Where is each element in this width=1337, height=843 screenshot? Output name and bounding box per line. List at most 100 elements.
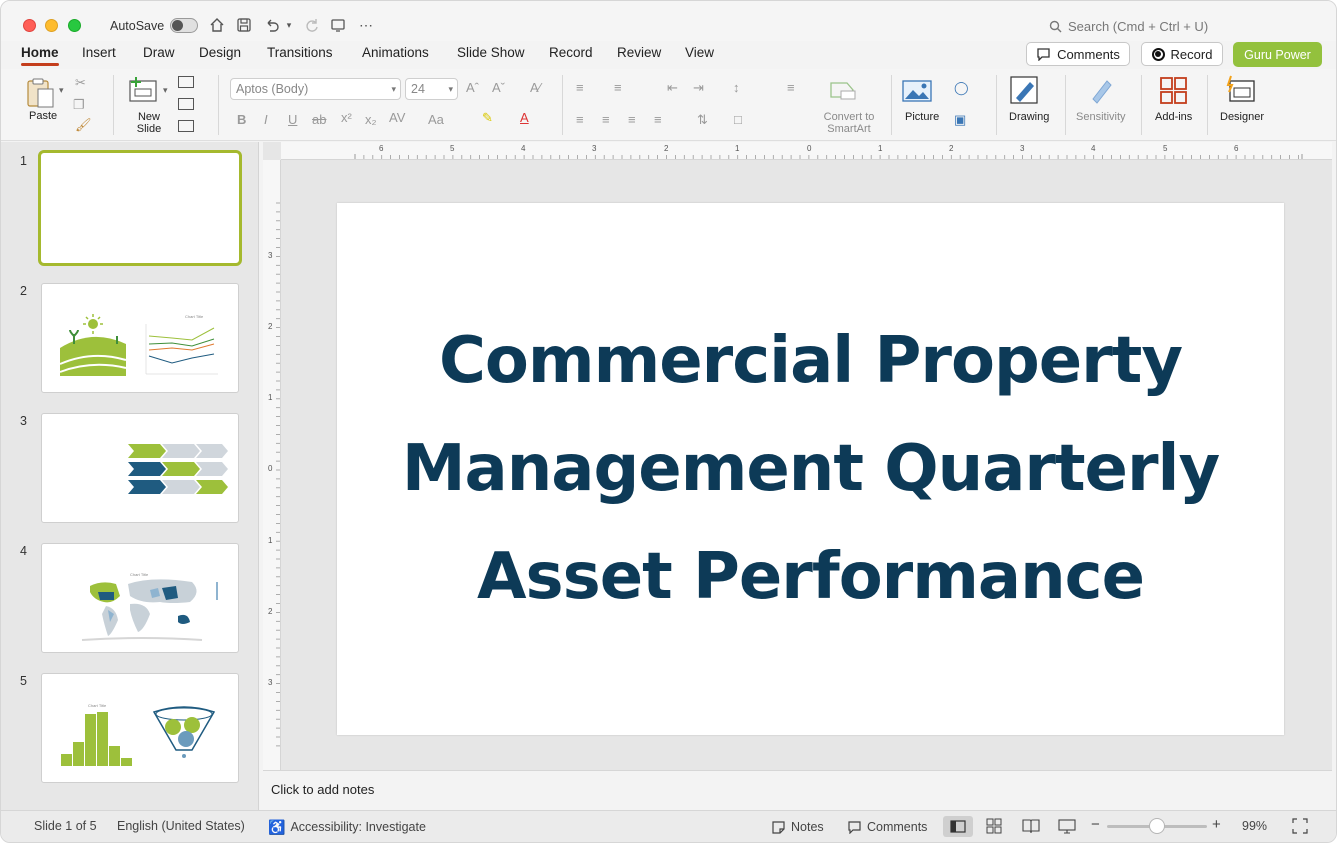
decrease-font-icon[interactable]: Aˇ	[492, 80, 505, 95]
slide-thumbnail-1[interactable]	[38, 150, 242, 266]
home-icon[interactable]	[208, 15, 226, 35]
redo-icon[interactable]	[303, 15, 321, 35]
bold-icon[interactable]: B	[237, 112, 246, 127]
more-options-icon[interactable]: ⋯	[357, 15, 375, 35]
ruler-number: 3	[268, 678, 273, 687]
increase-indent-icon[interactable]: ⇥	[693, 80, 704, 96]
decrease-indent-icon[interactable]: ⇤	[667, 80, 678, 96]
guru-power-button[interactable]: Guru Power	[1233, 42, 1322, 67]
slide-canvas[interactable]: Commercial Property Management Quarterly…	[337, 203, 1284, 735]
normal-view-button[interactable]	[943, 816, 973, 837]
character-spacing-icon[interactable]: AV	[389, 110, 405, 125]
align-left-icon[interactable]: ≡	[576, 112, 584, 127]
ribbon-separator	[1065, 75, 1066, 135]
comments-button[interactable]: Comments	[1026, 42, 1130, 66]
tab-draw[interactable]: Draw	[143, 45, 175, 60]
zoom-level[interactable]: 99%	[1242, 819, 1267, 833]
notes-pane[interactable]: Click to add notes	[263, 770, 1332, 810]
paste-button[interactable]	[25, 77, 59, 114]
change-case-icon[interactable]: Aa	[428, 112, 444, 127]
slide-thumbnail-3[interactable]	[41, 413, 239, 523]
undo-dropdown-icon[interactable]: ▾	[283, 15, 295, 35]
language-indicator[interactable]: English (United States)	[117, 819, 245, 833]
tab-slide-show[interactable]: Slide Show	[457, 45, 525, 60]
highlight-icon[interactable]: ✎	[482, 110, 493, 126]
text-box-icon[interactable]: ▣	[954, 112, 966, 128]
save-icon[interactable]	[235, 15, 253, 35]
layout-icon[interactable]	[178, 76, 194, 88]
tab-home[interactable]: Home	[21, 45, 59, 66]
strikethrough-icon[interactable]: ab	[312, 112, 326, 127]
underline-icon[interactable]: U	[288, 112, 297, 127]
sensitivity-icon[interactable]	[1087, 75, 1115, 110]
italic-icon[interactable]: I	[264, 112, 268, 127]
paste-dropdown-icon[interactable]: ▾	[59, 85, 64, 96]
columns-icon[interactable]: ≡	[787, 80, 795, 95]
status-comments-label: Comments	[867, 820, 928, 834]
notes-placeholder: Click to add notes	[271, 782, 375, 797]
text-direction-icon[interactable]: ⇅	[697, 112, 708, 128]
autosave-toggle[interactable]	[170, 18, 198, 33]
tab-insert[interactable]: Insert	[82, 45, 116, 60]
cut-icon[interactable]: ✂	[75, 75, 86, 91]
slide-sorter-icon[interactable]	[986, 818, 1002, 837]
zoom-slider-handle[interactable]	[1149, 818, 1165, 834]
tab-design[interactable]: Design	[199, 45, 241, 60]
designer-icon[interactable]	[1225, 75, 1257, 110]
tab-view[interactable]: View	[685, 45, 714, 60]
clear-formatting-icon[interactable]: A∕	[530, 80, 541, 95]
tab-record[interactable]: Record	[549, 45, 593, 60]
align-right-icon[interactable]: ≡	[628, 112, 636, 127]
accessibility-button[interactable]: ♿ Accessibility: Investigate	[268, 817, 426, 837]
align-center-icon[interactable]: ≡	[602, 112, 610, 127]
slide-thumbnail-4[interactable]: Chart Title	[41, 543, 239, 653]
add-ins-icon[interactable]	[1160, 77, 1188, 110]
smartart-icon[interactable]	[829, 79, 859, 106]
new-slide-dropdown-icon[interactable]: ▾	[163, 85, 168, 96]
arrows-thumbnail-art	[128, 444, 228, 494]
line-spacing-icon[interactable]: ↕	[733, 80, 740, 95]
reset-icon[interactable]	[178, 98, 194, 110]
fit-to-window-icon[interactable]	[1292, 818, 1308, 837]
record-button[interactable]: Record	[1141, 42, 1223, 66]
new-slide-button[interactable]	[127, 75, 159, 110]
subscript-icon[interactable]: x₂	[365, 112, 377, 127]
zoom-in-icon[interactable]: +	[1212, 816, 1221, 833]
minimize-window-button[interactable]	[45, 19, 58, 32]
slide-thumbnail-2[interactable]: Chart Title	[41, 283, 239, 393]
font-size-dropdown[interactable]: 24 ▾	[405, 78, 458, 100]
zoom-window-button[interactable]	[68, 19, 81, 32]
picture-icon[interactable]	[902, 79, 932, 108]
undo-icon[interactable]	[263, 15, 281, 35]
ruler-number: 0	[268, 464, 273, 473]
section-icon[interactable]	[178, 120, 194, 132]
present-icon[interactable]	[329, 15, 347, 35]
record-button-label: Record	[1170, 46, 1213, 62]
search-box[interactable]: Search (Cmd + Ctrl + U)	[1049, 19, 1208, 34]
increase-font-icon[interactable]: Aˆ	[466, 80, 479, 95]
status-comments-button[interactable]: Comments	[847, 817, 927, 837]
format-painter-icon[interactable]: 🖌	[75, 117, 92, 133]
superscript-icon[interactable]: x²	[341, 110, 352, 125]
tab-review[interactable]: Review	[617, 45, 661, 60]
justify-icon[interactable]: ≡	[654, 112, 662, 127]
slide-editor: 6 5 4 3 2 1 0 1 2 3 4 5 6 3 2 1 0 1 2 3 …	[263, 142, 1332, 770]
shapes-icon[interactable]: ◯	[954, 80, 969, 96]
slideshow-view-icon[interactable]	[1058, 818, 1076, 837]
tab-animations[interactable]: Animations	[362, 45, 429, 60]
comment-icon	[848, 821, 861, 834]
font-name-dropdown[interactable]: Aptos (Body) ▾	[230, 78, 401, 100]
numbering-icon[interactable]: ≡	[614, 80, 622, 95]
slide-thumbnail-5[interactable]: Chart Title	[41, 673, 239, 783]
zoom-out-icon[interactable]: −	[1091, 816, 1100, 833]
notes-button[interactable]: Notes	[771, 817, 824, 837]
close-window-button[interactable]	[23, 19, 36, 32]
bullets-icon[interactable]: ≡	[576, 80, 584, 95]
drawing-icon[interactable]	[1010, 76, 1040, 111]
reading-view-icon[interactable]	[1022, 818, 1040, 837]
copy-icon[interactable]: ❐	[73, 97, 85, 113]
tab-transitions[interactable]: Transitions	[267, 45, 333, 60]
slide-title[interactable]: Commercial Property Management Quarterly…	[337, 307, 1284, 631]
align-text-icon[interactable]: □	[734, 112, 742, 127]
font-color-icon[interactable]: A	[520, 110, 529, 125]
